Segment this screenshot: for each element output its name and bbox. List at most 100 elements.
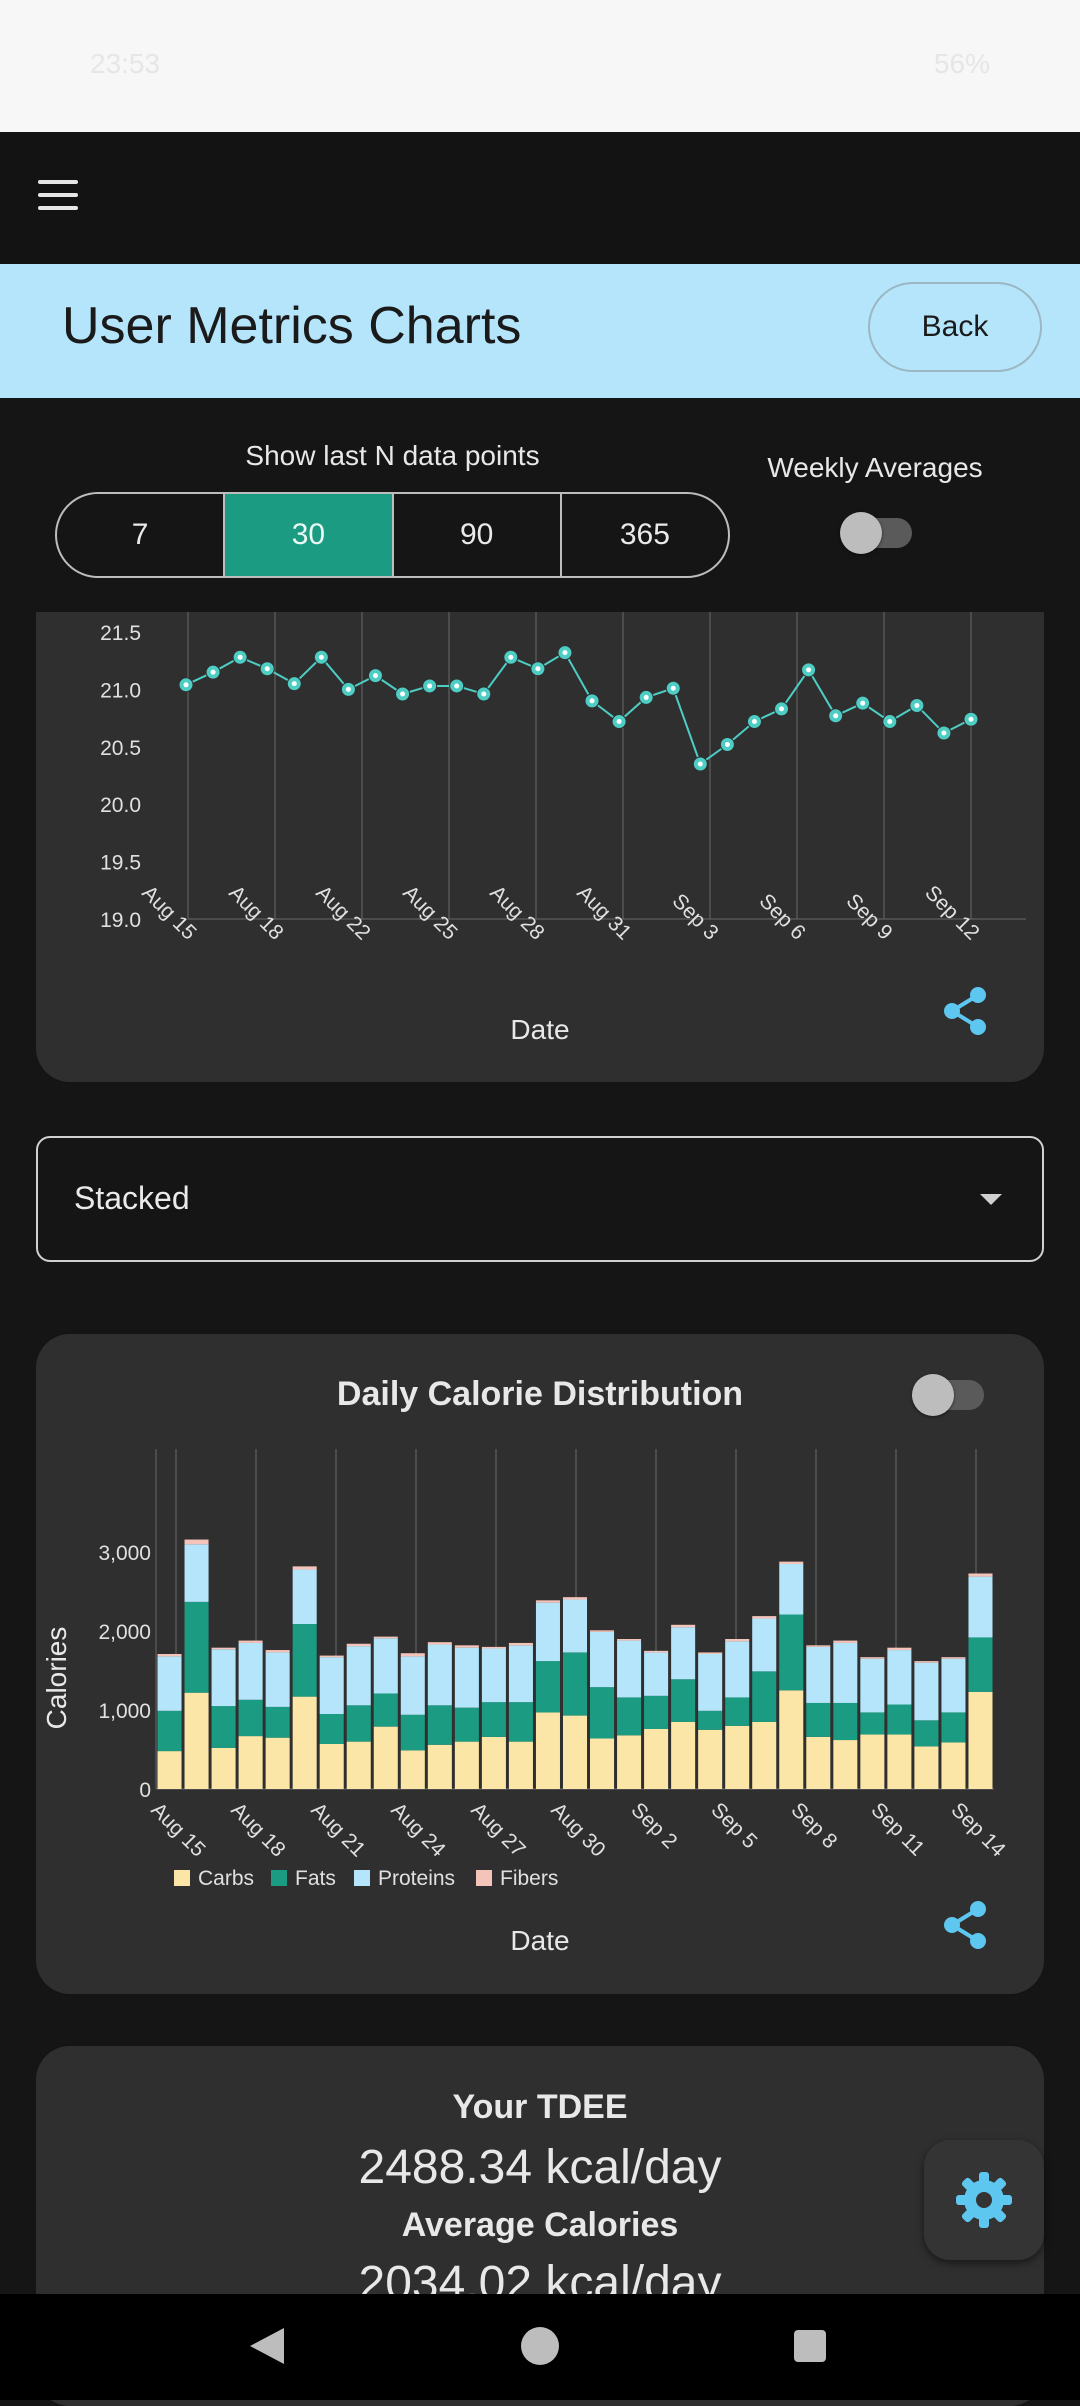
bar-segment-fibers (481, 1646, 506, 1649)
legend-swatch (271, 1870, 287, 1886)
segment-365[interactable]: 365 (562, 494, 728, 576)
x-tick-label: Aug 21 (306, 1798, 369, 1861)
y-tick-label: 3,000 (98, 1542, 151, 1565)
bar-segment-fibers (427, 1642, 452, 1645)
legend-label: Fats (295, 1867, 336, 1890)
bar-segment-fibers (454, 1645, 479, 1648)
weekly-averages-label: Weekly Averages (767, 452, 983, 483)
bar-segment-proteins (968, 1576, 993, 1638)
weight-data-point-center (860, 700, 866, 706)
bar-segment-fibers (860, 1657, 885, 1659)
bar-segment-fats (454, 1707, 479, 1742)
bar-segment-proteins (454, 1647, 479, 1708)
bar-segment-fats (346, 1705, 371, 1742)
share-icon[interactable] (942, 1900, 988, 1950)
legend-swatch (174, 1870, 190, 1886)
y-tick-label: 2,000 (98, 1621, 151, 1644)
x-tick-label: Aug 18 (224, 881, 287, 944)
weight-data-point-center (372, 673, 378, 679)
bar-segment-carbs (211, 1747, 236, 1789)
segment-7[interactable]: 7 (57, 494, 226, 576)
bar-segment-carbs (752, 1721, 777, 1789)
bar-segment-carbs (346, 1741, 371, 1789)
bar-segment-fibers (617, 1639, 642, 1641)
x-tick-label: Aug 18 (226, 1798, 289, 1861)
bar-segment-carbs (644, 1729, 669, 1789)
bar-segment-fats (157, 1710, 182, 1752)
calorie-chart-card: 0 1,000 2,000 3,000 Aug 15 Aug 18 Aug 21 Aug 2… (36, 1334, 1044, 1994)
bar-segment-proteins (238, 1642, 263, 1700)
bar-segment-carbs (806, 1736, 831, 1789)
bar-segment-fats (590, 1687, 615, 1739)
share-icon[interactable] (942, 986, 988, 1036)
bar-segment-fibers (562, 1597, 588, 1600)
bar-segment-carbs (157, 1751, 182, 1789)
x-tick-label: Aug 28 (485, 881, 548, 944)
app-bar (0, 132, 1080, 264)
settings-button[interactable] (924, 2140, 1044, 2260)
bar-segment-fibers (725, 1639, 750, 1642)
home-nav-icon[interactable] (521, 2327, 559, 2365)
bar-segment-proteins (400, 1656, 425, 1715)
bar-segment-fats (968, 1637, 993, 1692)
bar-segment-carbs (725, 1725, 750, 1789)
bar-segment-fats (806, 1702, 831, 1737)
x-tick-label: Aug 25 (398, 881, 461, 944)
weight-data-point-center (562, 650, 568, 656)
weight-data-point-center (291, 681, 297, 687)
x-tick-label: Aug 15 (146, 1798, 209, 1861)
bar-segment-proteins (779, 1564, 804, 1615)
chevron-down-icon (980, 1194, 1002, 1205)
weight-chart-card: 19.0 19.5 20.0 20.5 21.0 21.5 Aug 15 Aug 18 Aug… (36, 612, 1044, 1082)
bar-segment-fibers (292, 1566, 317, 1570)
bar-segment-fats (725, 1697, 750, 1726)
bar-segment-fibers (941, 1657, 966, 1659)
bar-segment-carbs (671, 1721, 696, 1789)
bar-segment-fibers (752, 1616, 777, 1619)
x-tick-label: Aug 24 (386, 1798, 450, 1862)
status-bar: 23:53 56% (0, 0, 1080, 132)
bar-segment-fats (481, 1702, 506, 1737)
bar-segment-carbs (184, 1692, 209, 1789)
back-nav-icon[interactable] (250, 2328, 284, 2364)
segment-90[interactable]: 90 (394, 494, 562, 576)
bar-segment-fats (752, 1671, 777, 1722)
bar-segment-fats (508, 1702, 533, 1742)
bar-segment-fibers (833, 1640, 858, 1643)
hamburger-menu-icon[interactable] (38, 180, 80, 210)
bar-segment-fibers (671, 1624, 696, 1628)
bar-segment-fibers (157, 1654, 182, 1657)
weight-data-point-center (697, 761, 703, 767)
bar-segment-carbs (400, 1750, 425, 1789)
bar-segment-carbs (968, 1691, 993, 1789)
recents-nav-icon[interactable] (794, 2330, 826, 2362)
weight-data-point-center (318, 654, 324, 660)
bar-segment-carbs (535, 1712, 560, 1789)
bar-segment-carbs (562, 1715, 588, 1789)
bar-segment-carbs (238, 1736, 263, 1789)
bar-segment-fats (535, 1661, 560, 1713)
bar-segment-carbs (373, 1726, 398, 1789)
tdee-value: 2488.34 kcal/day (358, 2141, 722, 2194)
back-button[interactable]: Back (868, 282, 1042, 372)
weekly-averages-toggle[interactable] (840, 512, 912, 554)
bar-segment-fibers (346, 1643, 371, 1647)
weight-data-point-center (751, 719, 757, 725)
weight-data-point-center (454, 683, 460, 689)
segment-30[interactable]: 30 (225, 494, 394, 576)
bar-segment-fibers (698, 1652, 723, 1654)
calorie-chart-toggle[interactable] (912, 1374, 984, 1416)
weight-data-point-center (914, 702, 920, 708)
bar-segment-carbs (860, 1734, 885, 1789)
bar-segment-fats (292, 1624, 317, 1697)
x-tick-label: Sep 6 (755, 889, 810, 944)
bar-segment-fibers (779, 1561, 804, 1564)
bar-segment-proteins (860, 1658, 885, 1713)
bar-segment-proteins (508, 1645, 533, 1703)
bar-segment-fibers (184, 1539, 209, 1545)
chart-type-dropdown[interactable]: Stacked (36, 1136, 1044, 1262)
bar-segment-fats (238, 1699, 263, 1737)
bar-segment-fats (427, 1705, 452, 1745)
y-tick-label: 21.0 (100, 679, 141, 702)
bar-segment-fats (887, 1704, 912, 1735)
